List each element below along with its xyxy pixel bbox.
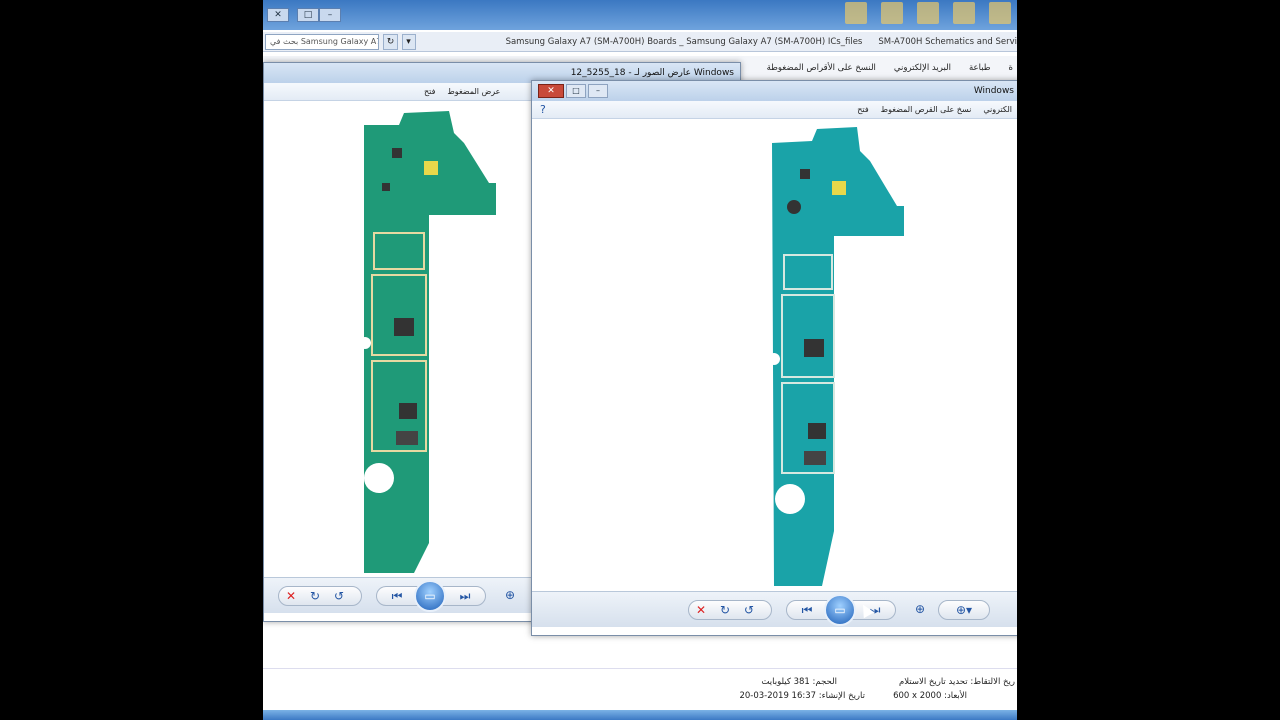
toolbar-item-email[interactable]: الكتروني (983, 105, 1012, 114)
created-value: 20-03-2019 16:37 (739, 691, 817, 701)
size-label: الحجم: (812, 677, 837, 687)
toolbar-item-burn[interactable]: عرض المضغوط (447, 87, 500, 96)
window-title: ✕ □ – Windows (532, 81, 1017, 101)
minimize-button[interactable]: – (588, 84, 608, 98)
previous-icon[interactable]: ⏮ (795, 603, 819, 618)
folder-icon[interactable] (845, 2, 867, 24)
address-bar: بحث في Samsung Galaxy A7 (S... ↻ ▾ Samsu… (263, 32, 1017, 52)
maximize-icon[interactable]: □ (297, 8, 319, 22)
app-icon[interactable] (917, 2, 939, 24)
rotate-clockwise-icon[interactable]: ↻ (303, 589, 327, 603)
photo-viewer-right: ✕ □ – Windows ? فتح نسخ على القرص المضغو… (531, 80, 1017, 636)
edit-controls: ✕ ↻ ↺ (278, 586, 362, 606)
search-input[interactable]: بحث في Samsung Galaxy A7 (S... (265, 33, 380, 50)
rotate-counterclockwise-icon[interactable]: ↺ (327, 589, 351, 603)
pcb-image (768, 123, 908, 589)
toolbar-item-burn[interactable]: نسخ على القرص المضغوط (881, 105, 972, 114)
actual-size-icon[interactable]: ⊕ (498, 588, 522, 602)
details-pane: ريخ الالتقاط: تحديد تاريخ الاستلام الأبع… (263, 668, 1017, 712)
folder-icon[interactable] (881, 2, 903, 24)
menu-item[interactable]: النسخ على الأقراص المضغوطة (767, 63, 876, 73)
slideshow-button[interactable]: ▭ (824, 594, 856, 626)
help-icon[interactable]: ? (540, 103, 546, 116)
slideshow-button[interactable]: ▭ (414, 580, 446, 612)
dropdown-icon[interactable]: ▾ (401, 33, 416, 50)
viewer-controls: ✕ ↻ ↺ ⏮ ⏭ ▭ ⊕ ⊕▾ (532, 591, 1017, 627)
date-taken-value[interactable]: تحديد تاريخ الاستلام (899, 677, 968, 687)
toolbar-item-open[interactable]: فتح (424, 87, 435, 96)
window-buttons: ✕ □ – (538, 84, 608, 98)
previous-icon[interactable]: ⏮ (385, 589, 409, 604)
zoom-icon[interactable]: ⊕▾ (952, 603, 976, 617)
close-button[interactable]: ✕ (538, 84, 564, 98)
breadcrumb-item[interactable]: Samsung Galaxy A7 (SM-A700H) Boards _ Sa… (506, 37, 863, 47)
rotate-clockwise-icon[interactable]: ↻ (713, 603, 737, 617)
dimensions-label: الأبعاد: (944, 691, 967, 701)
minimize-icon[interactable]: – (319, 8, 341, 22)
toolbar-item-open[interactable]: فتح (857, 105, 868, 114)
created-row: تاريخ الإنشاء: 20-03-2019 16:37 (739, 691, 865, 701)
window-title-text: Windows (973, 86, 1014, 96)
breadcrumb-item[interactable]: SM-A700H Schematics and Servi (878, 37, 1017, 47)
date-taken-row: ريخ الالتقاط: تحديد تاريخ الاستلام (899, 677, 1015, 687)
menu-item[interactable]: ة (1009, 63, 1013, 73)
window-title-text: 12_5255_18 - عارض الصور لـ Windows (570, 68, 734, 78)
size-value: 381 كيلوبايت (761, 677, 810, 687)
image-canvas (532, 121, 1017, 589)
breadcrumb: Samsung Galaxy A7 (SM-A700H) Boards _ Sa… (506, 37, 1017, 47)
maximize-button[interactable]: □ (566, 84, 586, 98)
close-icon[interactable]: ✕ (267, 8, 289, 22)
menu-item[interactable]: طباعة (969, 63, 991, 73)
app-icon[interactable] (953, 2, 975, 24)
dimensions-value: 600 x 2000 (893, 691, 942, 701)
size-row: الحجم: 381 كيلوبايت (761, 677, 837, 687)
viewer-toolbar: ? فتح نسخ على القرص المضغوط الكتروني (532, 101, 1017, 119)
zoom-control: ⊕▾ (938, 600, 990, 620)
delete-icon[interactable]: ✕ (689, 603, 713, 617)
explorer-titlebar: ✕ □ – (263, 0, 1017, 30)
delete-icon[interactable]: ✕ (279, 589, 303, 603)
dimensions-row: الأبعاد: 600 x 2000 (893, 691, 967, 701)
desktop-screen: ✕ □ – بحث في Samsung Galaxy A7 (S... ↻ ▾… (263, 0, 1017, 720)
rotate-counterclockwise-icon[interactable]: ↺ (737, 603, 761, 617)
actual-size-icon[interactable]: ⊕ (908, 602, 932, 616)
menu-item[interactable]: البريد الإلكتروني (894, 63, 951, 73)
date-taken-label: ريخ الالتقاط: (970, 677, 1015, 687)
edit-controls: ✕ ↻ ↺ (688, 600, 772, 620)
next-icon[interactable]: ⏭ (453, 589, 477, 604)
created-label: تاريخ الإنشاء: (818, 691, 865, 701)
app-icon[interactable] (989, 2, 1011, 24)
refresh-icon[interactable]: ↻ (383, 33, 398, 50)
desktop-icons (845, 0, 1017, 30)
taskbar (263, 710, 1017, 720)
